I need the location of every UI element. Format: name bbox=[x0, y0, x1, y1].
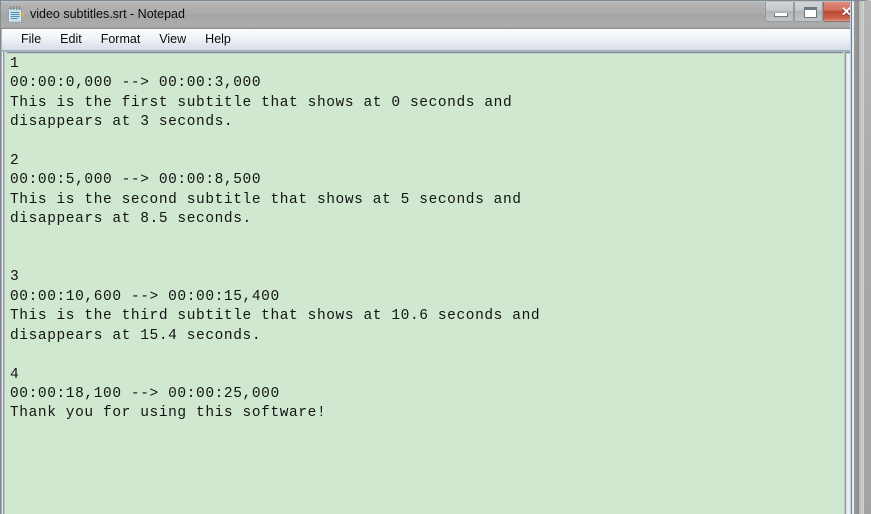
maximize-icon bbox=[804, 7, 817, 18]
title-bar[interactable]: video subtitles.srt - Notepad ✕ bbox=[1, 1, 864, 29]
text-editor-area[interactable]: 1 00:00:0,000 --> 00:00:3,000 This is th… bbox=[2, 52, 863, 514]
window-right-frame bbox=[850, 1, 864, 514]
notepad-icon bbox=[7, 5, 24, 23]
text-area-top-border bbox=[2, 52, 863, 54]
menu-item-edit[interactable]: Edit bbox=[51, 30, 91, 49]
menu-item-view[interactable]: View bbox=[150, 30, 195, 49]
menu-bar: File Edit Format View Help bbox=[2, 29, 863, 51]
menu-item-file[interactable]: File bbox=[12, 30, 50, 49]
maximize-button[interactable] bbox=[794, 2, 823, 22]
minimize-icon bbox=[774, 13, 788, 17]
minimize-button[interactable] bbox=[765, 2, 794, 22]
subtitle-text-content[interactable]: 1 00:00:0,000 --> 00:00:3,000 This is th… bbox=[10, 55, 840, 424]
notepad-window: video subtitles.srt - Notepad ✕ File Edi… bbox=[0, 0, 871, 514]
menu-item-format[interactable]: Format bbox=[92, 30, 150, 49]
menu-item-help[interactable]: Help bbox=[196, 30, 240, 49]
text-area-left-border bbox=[2, 52, 7, 514]
window-title: video subtitles.srt - Notepad bbox=[30, 7, 185, 21]
